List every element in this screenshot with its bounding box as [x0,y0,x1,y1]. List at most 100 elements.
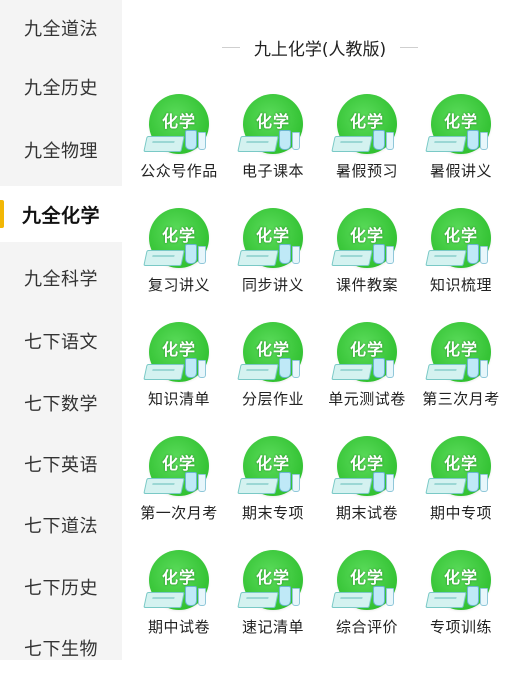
resource-tile-label: 暑假预习 [335,162,398,180]
resource-tile[interactable]: 化学 第三次月考 [414,322,508,422]
flask-icon [467,586,479,606]
test-tube-icon [292,360,300,378]
resource-tile-label: 知识梳理 [429,276,492,294]
book-icon [143,136,185,152]
resource-tile-label: 期中专项 [429,504,492,522]
badge-label: 化学 [443,112,478,131]
resource-tile-label: 知识清单 [147,390,210,408]
resource-tile[interactable]: 化学 复习讲义 [132,208,226,308]
flask-icon [467,244,479,264]
resource-tile-label: 暑假讲义 [429,162,492,180]
chemistry-badge-icon: 化学 [425,208,491,268]
chemistry-badge-icon: 化学 [425,94,491,154]
resource-tile[interactable]: 化学 速记清单 [226,550,320,650]
test-tube-icon [292,588,300,606]
badge-label: 化学 [161,454,196,473]
badge-label: 化学 [255,454,290,473]
flask-icon [279,358,291,378]
resource-tile[interactable]: 化学 暑假讲义 [414,94,508,194]
resource-tile[interactable]: 化学 综合评价 [320,550,414,650]
badge-label: 化学 [255,226,290,245]
book-icon [143,592,185,608]
test-tube-icon [292,474,300,492]
test-tube-icon [292,246,300,264]
resource-tile-label: 单元测试卷 [328,390,406,408]
book-icon [237,364,279,380]
sidebar-item-jiuquan-daofa[interactable]: 九全道法 [0,0,122,56]
chemistry-badge-icon: 化学 [237,94,303,154]
badge-label: 化学 [349,112,384,131]
resource-tile[interactable]: 化学 电子课本 [226,94,320,194]
book-icon [331,250,373,266]
chemistry-badge-icon: 化学 [143,436,209,496]
sidebar-item-qixia-yingyu[interactable]: 七下英语 [0,436,122,492]
sidebar-item-jiuquan-lishi[interactable]: 九全历史 [0,59,122,115]
sidebar-item-jiuquan-wuli[interactable]: 九全物理 [0,122,122,178]
resource-tile[interactable]: 化学 分层作业 [226,322,320,422]
test-tube-icon [198,588,206,606]
book-icon [237,250,279,266]
book-icon [237,592,279,608]
resource-tile[interactable]: 化学 知识梳理 [414,208,508,308]
resource-tile[interactable]: 化学 同步讲义 [226,208,320,308]
resource-tile[interactable]: 化学 知识清单 [132,322,226,422]
title-divider-left [221,46,240,48]
badge-label: 化学 [255,568,290,587]
book-icon [143,250,185,266]
resource-tile[interactable]: 化学 专项训练 [414,550,508,650]
flask-icon [373,472,385,492]
book-icon [425,478,467,494]
chemistry-badge-icon: 化学 [425,436,491,496]
badge-label: 化学 [349,340,384,359]
resource-tile[interactable]: 化学 公众号作品 [132,94,226,194]
flask-icon [373,586,385,606]
flask-icon [373,130,385,150]
chemistry-badge-icon: 化学 [143,208,209,268]
sidebar-item-qixia-shengwu[interactable]: 七下生物 [0,620,122,676]
chemistry-badge-icon: 化学 [331,550,397,610]
badge-label: 化学 [349,568,384,587]
resource-tile-label: 速记清单 [241,618,304,636]
flask-icon [185,472,197,492]
flask-icon [373,244,385,264]
flask-icon [279,472,291,492]
test-tube-icon [480,132,488,150]
chemistry-badge-icon: 化学 [331,208,397,268]
sidebar-item-jiuquan-kexue[interactable]: 九全科学 [0,250,122,306]
resource-tile[interactable]: 化学 课件教案 [320,208,414,308]
badge-label: 化学 [161,568,196,587]
test-tube-icon [198,474,206,492]
sidebar-item-qixia-yuwen[interactable]: 七下语文 [0,313,122,369]
resource-tile[interactable]: 化学 单元测试卷 [320,322,414,422]
resource-tile[interactable]: 化学 期中专项 [414,436,508,536]
flask-icon [467,472,479,492]
flask-icon [373,358,385,378]
resource-tile[interactable]: 化学 第一次月考 [132,436,226,536]
book-icon [331,478,373,494]
test-tube-icon [480,474,488,492]
resource-tile-label: 第一次月考 [140,504,218,522]
sidebar-item-qixia-daofa[interactable]: 七下道法 [0,497,122,553]
badge-label: 化学 [255,112,290,131]
resource-tile[interactable]: 化学 期末专项 [226,436,320,536]
chemistry-badge-icon: 化学 [425,322,491,382]
chemistry-badge-icon: 化学 [143,322,209,382]
test-tube-icon [480,246,488,264]
book-icon [425,364,467,380]
book-icon [425,592,467,608]
test-tube-icon [198,132,206,150]
book-icon [331,136,373,152]
chemistry-badge-icon: 化学 [237,322,303,382]
sidebar-item-jiuquan-huaxue[interactable]: 九全化学 [0,186,122,242]
sidebar-item-qixia-shuxue[interactable]: 七下数学 [0,375,122,431]
resource-tile[interactable]: 化学 暑假预习 [320,94,414,194]
chemistry-badge-icon: 化学 [237,550,303,610]
badge-label: 化学 [161,112,196,131]
badge-label: 化学 [255,340,290,359]
resource-tile[interactable]: 化学 期末试卷 [320,436,414,536]
resource-tile-label: 专项训练 [429,618,492,636]
sidebar-item-qixia-lishi[interactable]: 七下历史 [0,559,122,615]
book-icon [425,250,467,266]
resource-panel: 九上化学(人教版) 化学 公众号作品 化学 电子课本 化学 暑假预习 化学 暑假讲义 化学 复习讲… [122,0,518,660]
resource-tile[interactable]: 化学 期中试卷 [132,550,226,650]
